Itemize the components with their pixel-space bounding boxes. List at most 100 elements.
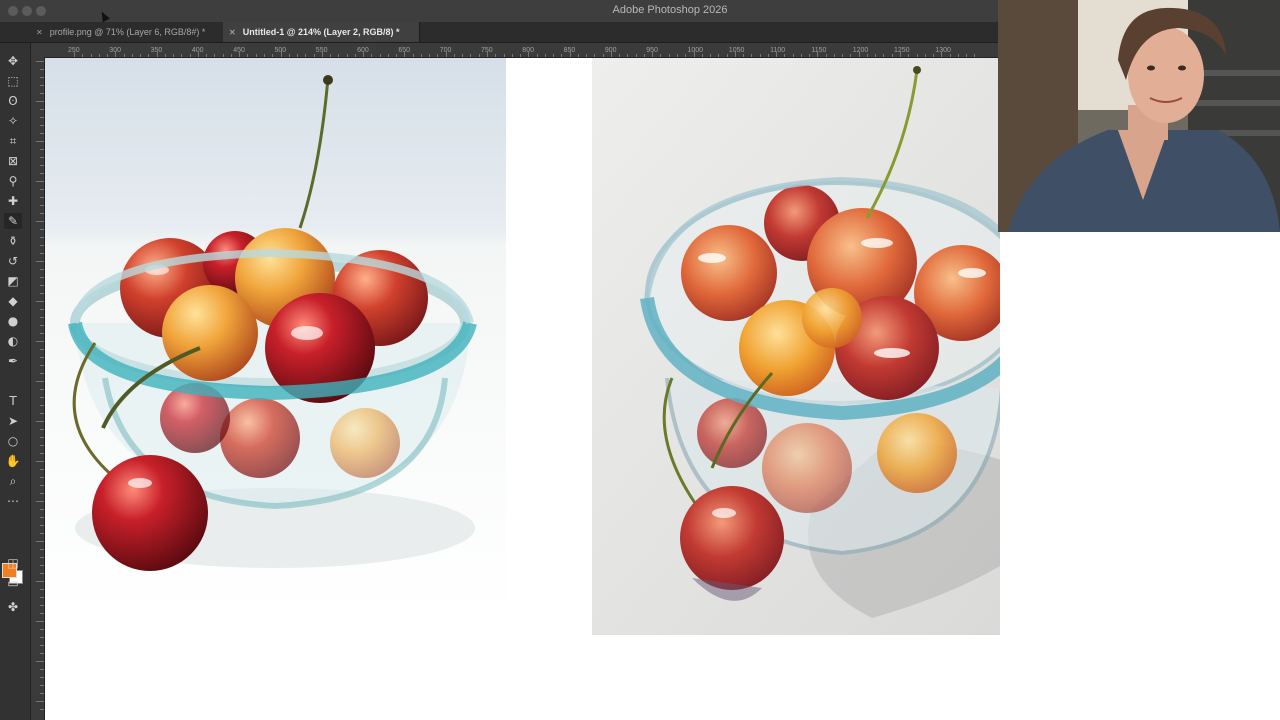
ruler-tick [528,51,530,57]
ruler-tick [40,565,44,566]
pen-tool[interactable]: ✒ [4,353,22,369]
ruler-tick [36,301,44,302]
generative-tool[interactable]: ✤ [4,599,22,615]
ruler-tick [288,54,290,57]
path-selection-tool-icon: ➤ [7,414,19,428]
more-tools-icon: ⋯ [7,494,19,508]
ruler-tick [784,54,786,57]
horizontal-ruler[interactable]: 2503003504004505005506006507007508008509… [44,43,1000,58]
clone-stamp-tool[interactable]: ⚱ [4,233,22,249]
ruler-tick [338,54,340,57]
type-tool[interactable]: T [4,393,22,409]
quick-mask-tool-icon: ◫ [7,556,19,570]
blur-tool[interactable]: ● [4,313,22,329]
ruler-tick [420,54,422,57]
ruler-tick [858,51,860,57]
ruler-label: 1000 [687,47,704,54]
quick-mask-tool[interactable]: ◫ [4,555,22,571]
ruler-tick [412,54,414,57]
lasso-tool[interactable]: ʘ [4,93,22,109]
ruler-tick [263,54,265,57]
ruler-tick [40,165,44,166]
ruler-tick [652,51,654,57]
clone-stamp-tool-icon: ⚱ [7,234,19,248]
path-selection-tool[interactable]: ➤ [4,413,22,429]
screen-mode-tool[interactable]: ▭ [4,575,22,591]
screen-mode-tool-icon: ▭ [7,576,19,590]
ruler-origin[interactable] [30,43,44,57]
ruler-tick [478,54,480,57]
ruler-tick [40,557,44,558]
eraser-tool[interactable]: ◩ [4,273,22,289]
ruler-tick [36,101,44,102]
ruler-tick [429,54,431,57]
ruler-label: 1150 [811,47,827,54]
shape-tool[interactable]: ○ [4,433,22,449]
ruler-tick [107,54,109,57]
ruler-tick [36,181,44,182]
hand-tool[interactable]: ✋ [4,453,22,469]
more-tools[interactable]: ⋯ [4,493,22,509]
ruler-tick [40,253,44,254]
ruler-tick [842,54,844,57]
eyedropper-tool[interactable]: ⚲ [4,173,22,189]
ruler-tick [619,54,621,57]
healing-brush-tool[interactable]: ✚ [4,193,22,209]
ruler-tick [40,317,44,318]
ruler-tick [36,421,44,422]
frame-tool[interactable]: ⊠ [4,153,22,169]
magic-wand-tool[interactable]: ✧ [4,113,22,129]
ruler-tick [40,445,44,446]
ruler-tick [40,197,44,198]
ruler-tick [197,51,199,57]
marquee-tool[interactable]: ⬚ [4,73,22,89]
close-tab-icon[interactable]: ✕ [36,28,43,37]
lasso-tool-icon: ʘ [8,94,18,108]
ruler-tick [40,493,44,494]
history-brush-tool[interactable]: ↺ [4,253,22,269]
ruler-tick [354,54,356,57]
marquee-tool-icon: ⬚ [7,74,19,88]
ruler-tick [40,205,44,206]
ruler-tick [36,501,44,502]
eraser-tool-icon: ◩ [7,274,19,288]
tab-untitled-1[interactable]: ✕ Untitled-1 @ 214% (Layer 2, RGB/8) * [223,22,420,42]
document-canvas[interactable] [45,58,1000,720]
ruler-tick [40,77,44,78]
ruler-tick [453,54,455,57]
tab-profile-png[interactable]: ✕ profile.png @ 71% (Layer 6, RGB/8#) * [30,22,229,42]
ruler-tick [825,54,827,57]
ruler-tick [40,173,44,174]
paint-bucket-tool[interactable]: ◆ [4,293,22,309]
vertical-ruler[interactable] [30,57,45,720]
ruler-tick [635,54,637,57]
ruler-tick [676,54,678,57]
ruler-tick [40,365,44,366]
crop-tool[interactable]: ⌗ [4,133,22,149]
ruler-tick [511,54,513,57]
watercolor-painting [592,58,1000,635]
zoom-tool[interactable]: ⌕ [4,473,22,489]
ruler-tick [379,54,381,57]
ruler-tick [40,269,44,270]
healing-brush-tool-icon: ✚ [7,194,19,208]
brush-tool[interactable]: ✎ [4,213,22,229]
ruler-tick [148,54,150,57]
ruler-tick [40,93,44,94]
ruler-tick [40,373,44,374]
tab-label: Untitled-1 @ 214% (Layer 2, RGB/8) * [242,27,400,37]
ruler-tick [751,54,753,57]
ruler-tick [40,189,44,190]
move-tool-icon: ✥ [7,54,19,68]
dodge-tool[interactable]: ◐ [4,333,22,349]
ruler-label: 1200 [852,47,869,54]
ruler-tick [239,51,241,57]
close-tab-icon[interactable]: ✕ [229,28,236,37]
move-tool[interactable]: ✥ [4,53,22,69]
ruler-tick [966,54,968,57]
ruler-tick [173,54,175,57]
ruler-tick [487,51,488,57]
ruler-tick [123,54,125,57]
ruler-tick [40,637,44,638]
ruler-tick [40,277,44,278]
